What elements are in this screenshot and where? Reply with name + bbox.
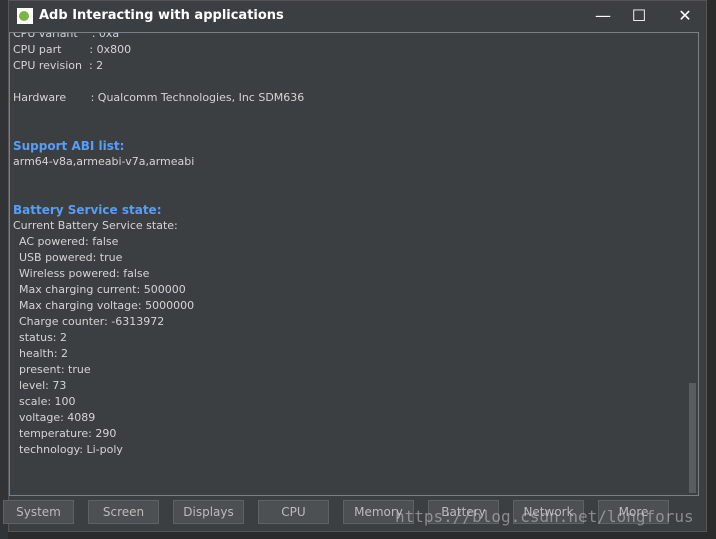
scrollbar-thumb[interactable] [689,383,696,493]
output-line: technology: Li-poly [19,443,123,456]
close-button[interactable]: ✕ [671,5,699,27]
section-header: Battery Service state: [13,203,162,217]
section-header: Support ABI list: [13,139,125,153]
output-line: Max charging current: 500000 [19,283,186,296]
output-line: USB powered: true [19,251,123,264]
button-system[interactable]: System [3,500,74,524]
output-line: Wireless powered: false [19,267,150,280]
output-line: Charge counter: -6313972 [19,315,165,328]
output-line: arm64-v8a,armeabi-v7a,armeabi [13,155,195,168]
vertical-scrollbar[interactable] [689,33,697,495]
title-bar[interactable]: Adb Interacting with applications — ☐ ✕ [9,1,706,32]
output-line: voltage: 4089 [19,411,96,424]
output-lines: CPU variant : 0xa CPU part : 0x800 CPU rev… [13,32,305,458]
output-line: health: 2 [19,347,69,360]
output-line: CPU revision : 2 [13,59,104,72]
output-line: status: 2 [19,331,68,344]
window-title: Adb Interacting with applications [39,8,284,23]
output-line: Hardware : Qualcomm Technologies, Inc SD… [13,91,305,104]
output-text-area[interactable]: CPU variant : 0xa CPU part : 0x800 CPU rev… [9,32,699,496]
output-line: CPU part : 0x800 [13,43,132,56]
output-line: CPU variant : 0xa [13,32,120,40]
background-ide [0,0,8,539]
output-line: scale: 100 [19,395,76,408]
output-line: temperature: 290 [19,427,117,440]
maximize-button[interactable]: ☐ [625,5,653,27]
watermark: https://blog.csdn.net/longforus [395,507,694,526]
output-line: AC powered: false [19,235,119,248]
button-displays[interactable]: Displays [173,500,244,524]
output-line: level: 73 [19,379,67,392]
button-screen[interactable]: Screen [88,500,159,524]
button-cpu[interactable]: CPU [258,500,329,524]
output-line: Current Battery Service state: [13,219,178,232]
minimize-button[interactable]: — [589,5,617,27]
android-app-icon [17,8,33,24]
output-line: Max charging voltage: 5000000 [19,299,195,312]
output-line: present: true [19,363,91,376]
background-ide-right [707,0,716,539]
dialog-window: Adb Interacting with applications — ☐ ✕ … [8,0,707,532]
